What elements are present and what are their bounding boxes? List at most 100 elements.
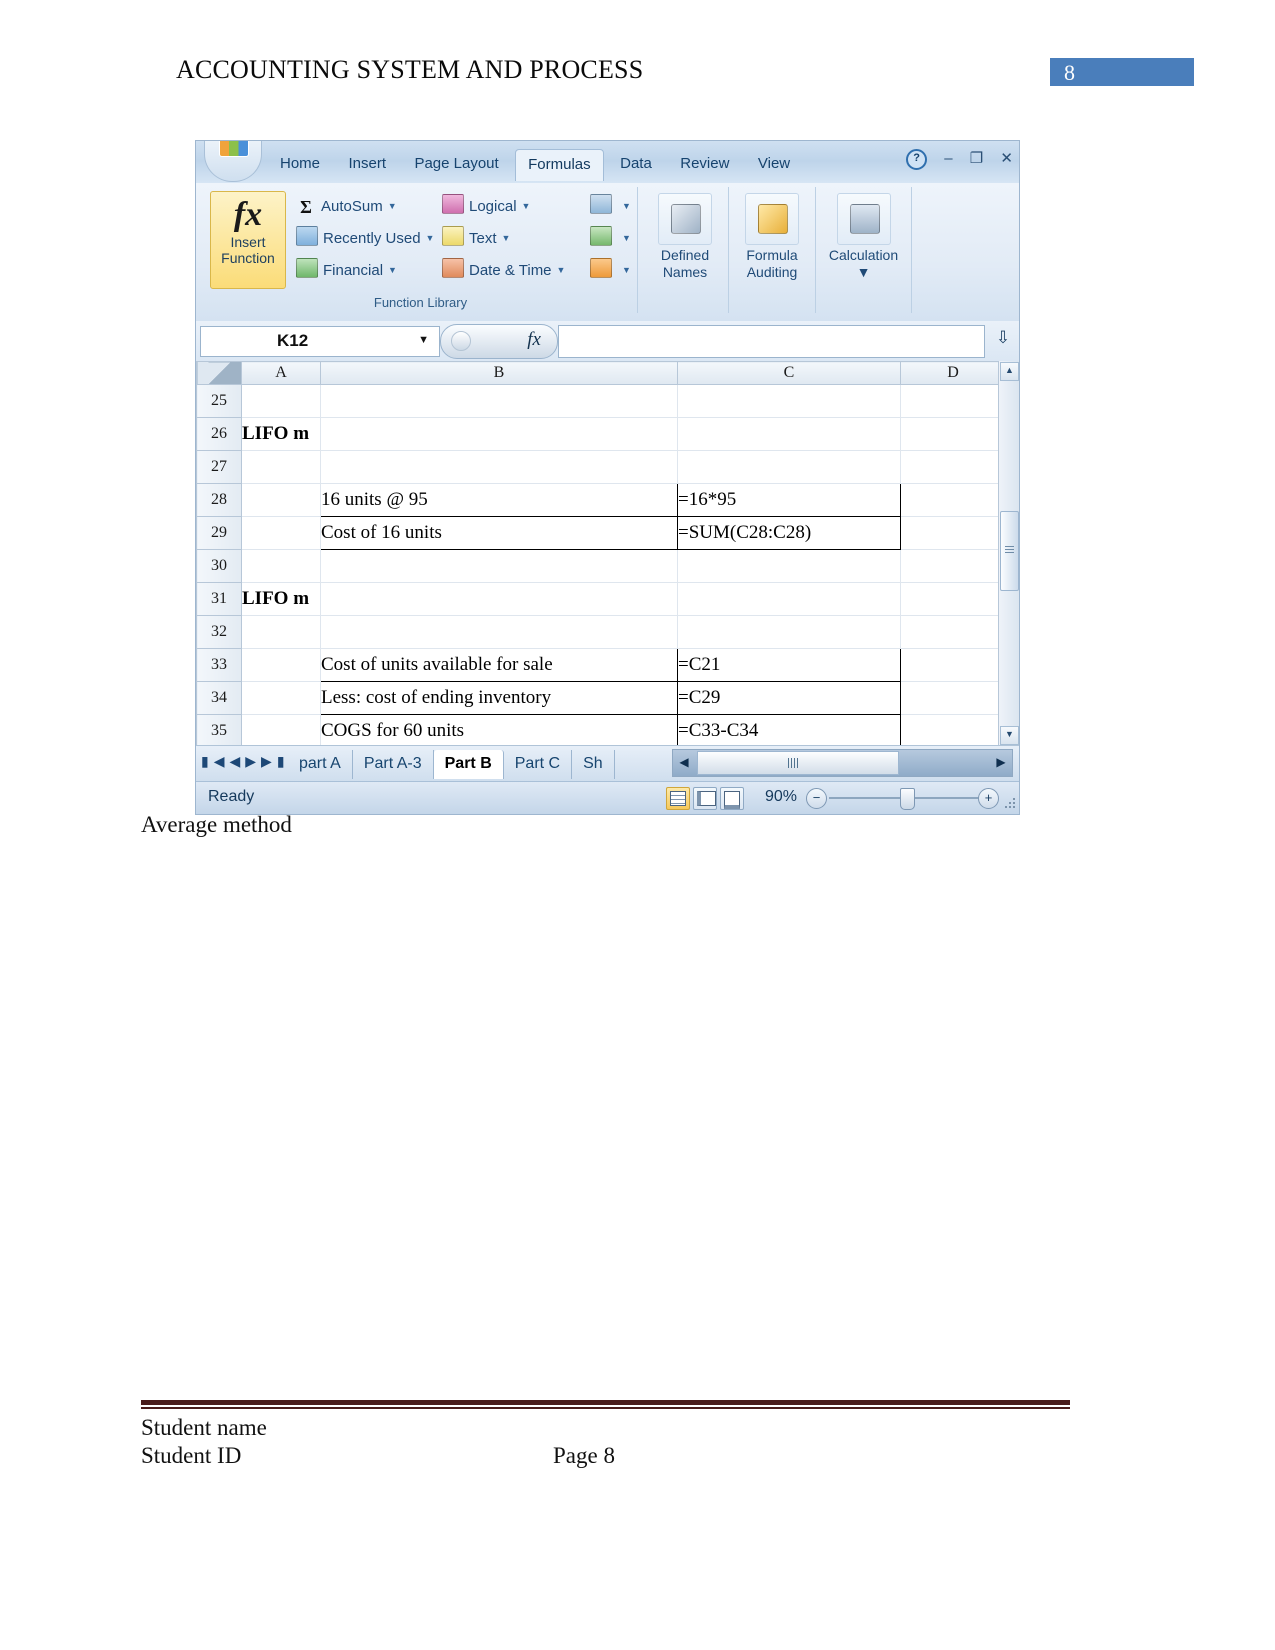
cell-c26[interactable] <box>677 417 901 451</box>
group-formula-auditing[interactable]: Formula Auditing <box>729 187 816 313</box>
scroll-left-icon[interactable]: ◀ <box>674 751 694 773</box>
chevron-down-icon[interactable]: ▼ <box>388 255 397 285</box>
row-header-29[interactable]: 29 <box>196 516 242 550</box>
spreadsheet-grid[interactable]: A B C D 25 26 LIFO m 27 28 16 units @ 95… <box>196 361 1019 746</box>
tab-insert[interactable]: Insert <box>336 149 398 180</box>
cell-c28[interactable]: =16*95 <box>677 483 901 517</box>
cell-b28[interactable]: 16 units @ 95 <box>320 483 678 517</box>
column-header-a[interactable]: A <box>241 361 321 385</box>
cell-b31[interactable] <box>320 582 678 616</box>
cell-d26[interactable] <box>900 417 1006 451</box>
page-layout-view-icon[interactable] <box>693 787 717 810</box>
chevron-down-icon[interactable]: ▼ <box>502 223 511 253</box>
row-header-28[interactable]: 28 <box>196 483 242 517</box>
tab-data[interactable]: Data <box>608 149 664 180</box>
scroll-down-icon[interactable]: ▼ <box>1000 726 1019 745</box>
cell-d28[interactable] <box>900 483 1006 517</box>
page-break-preview-icon[interactable] <box>720 787 744 810</box>
zoom-out-button[interactable]: − <box>806 788 827 809</box>
row-header-35[interactable]: 35 <box>196 714 242 746</box>
table-row[interactable]: 27 <box>196 450 1006 484</box>
defined-names-button[interactable] <box>658 193 712 245</box>
last-sheet-icon[interactable]: ▶▮ <box>261 753 289 769</box>
cell-a33[interactable] <box>241 648 321 682</box>
table-row[interactable]: 30 <box>196 549 1006 583</box>
tab-review[interactable]: Review <box>668 149 741 180</box>
math-trig-button[interactable]: ▼ <box>590 223 631 253</box>
zoom-in-button[interactable]: + <box>978 788 999 809</box>
cell-b35[interactable]: COGS for 60 units <box>320 714 678 746</box>
column-header-c[interactable]: C <box>677 361 901 385</box>
cell-a32[interactable] <box>241 615 321 649</box>
cell-a28[interactable] <box>241 483 321 517</box>
chevron-down-icon[interactable]: ▼ <box>622 255 631 285</box>
cell-a27[interactable] <box>241 450 321 484</box>
vertical-scroll-thumb[interactable] <box>1000 511 1019 591</box>
financial-button[interactable]: Financial ▼ <box>296 255 397 285</box>
chevron-down-icon[interactable]: ▼ <box>418 334 429 346</box>
row-header-32[interactable]: 32 <box>196 615 242 649</box>
tab-home[interactable]: Home <box>268 149 332 180</box>
cell-a35[interactable] <box>241 714 321 746</box>
office-button[interactable] <box>204 141 262 182</box>
cell-d34[interactable] <box>900 681 1006 715</box>
help-icon[interactable]: ? <box>906 149 928 170</box>
normal-view-icon[interactable] <box>666 787 690 810</box>
cell-b27[interactable] <box>320 450 678 484</box>
cell-a34[interactable] <box>241 681 321 715</box>
cell-a25[interactable] <box>241 384 321 418</box>
column-header-d[interactable]: D <box>900 361 1006 385</box>
next-sheet-icon[interactable]: ▶ <box>245 753 261 769</box>
tab-view[interactable]: View <box>746 149 802 180</box>
horizontal-scroll-thumb[interactable] <box>697 751 899 775</box>
cell-b32[interactable] <box>320 615 678 649</box>
row-header-27[interactable]: 27 <box>196 450 242 484</box>
table-row[interactable]: 35 COGS for 60 units =C33-C34 <box>196 714 1006 746</box>
table-row[interactable]: 33 Cost of units available for sale =C21 <box>196 648 1006 682</box>
table-row[interactable]: 31 LIFO m <box>196 582 1006 616</box>
table-row[interactable]: 29 Cost of 16 units =SUM(C28:C28) <box>196 516 1006 550</box>
table-row[interactable]: 34 Less: cost of ending inventory =C29 <box>196 681 1006 715</box>
sheet-tab-sh[interactable]: Sh <box>572 750 615 779</box>
minimize-icon[interactable]: – <box>944 150 952 167</box>
restore-icon[interactable]: ❐ <box>970 149 983 167</box>
vertical-scrollbar[interactable]: ▲ ▼ <box>998 361 1019 746</box>
first-sheet-icon[interactable]: ▮◀ <box>201 753 229 769</box>
table-row[interactable]: 28 16 units @ 95 =16*95 <box>196 483 1006 517</box>
row-header-31[interactable]: 31 <box>196 582 242 616</box>
sheet-tab-part-a[interactable]: part A <box>288 750 353 779</box>
sheet-tab-part-b[interactable]: Part B <box>433 750 504 779</box>
cell-d35[interactable] <box>900 714 1006 746</box>
calculation-button[interactable] <box>836 193 891 245</box>
select-all-corner[interactable] <box>196 361 242 385</box>
table-row[interactable]: 32 <box>196 615 1006 649</box>
cell-d27[interactable] <box>900 450 1006 484</box>
row-header-34[interactable]: 34 <box>196 681 242 715</box>
zoom-slider-thumb[interactable] <box>900 788 915 810</box>
cell-d30[interactable] <box>900 549 1006 583</box>
column-header-b[interactable]: B <box>320 361 678 385</box>
cell-b30[interactable] <box>320 549 678 583</box>
cell-c32[interactable] <box>677 615 901 649</box>
cell-a30[interactable] <box>241 549 321 583</box>
cell-c33[interactable]: =C21 <box>677 648 901 682</box>
sheet-tab-part-a-3[interactable]: Part A-3 <box>353 750 434 779</box>
cell-b29[interactable]: Cost of 16 units <box>320 516 678 550</box>
insert-function-button[interactable]: fx Insert Function <box>210 191 286 289</box>
cell-b25[interactable] <box>320 384 678 418</box>
cell-a26[interactable]: LIFO m <box>241 417 321 451</box>
table-row[interactable]: 25 <box>196 384 1006 418</box>
chevron-down-icon[interactable]: ▼ <box>622 223 631 253</box>
text-button[interactable]: Text ▼ <box>442 223 510 253</box>
expand-formula-bar-icon[interactable]: ⇩ <box>991 328 1015 354</box>
more-functions-button[interactable]: ▼ <box>590 255 631 285</box>
cell-c30[interactable] <box>677 549 901 583</box>
group-defined-names[interactable]: Defined Names <box>642 187 729 313</box>
lookup-reference-button[interactable]: ▼ <box>590 191 631 221</box>
logical-button[interactable]: Logical ▼ <box>442 191 530 221</box>
formula-auditing-button[interactable] <box>745 193 799 245</box>
cell-d32[interactable] <box>900 615 1006 649</box>
zoom-level-label[interactable]: 90% <box>765 788 797 806</box>
cell-c34[interactable]: =C29 <box>677 681 901 715</box>
cell-b33[interactable]: Cost of units available for sale <box>320 648 678 682</box>
